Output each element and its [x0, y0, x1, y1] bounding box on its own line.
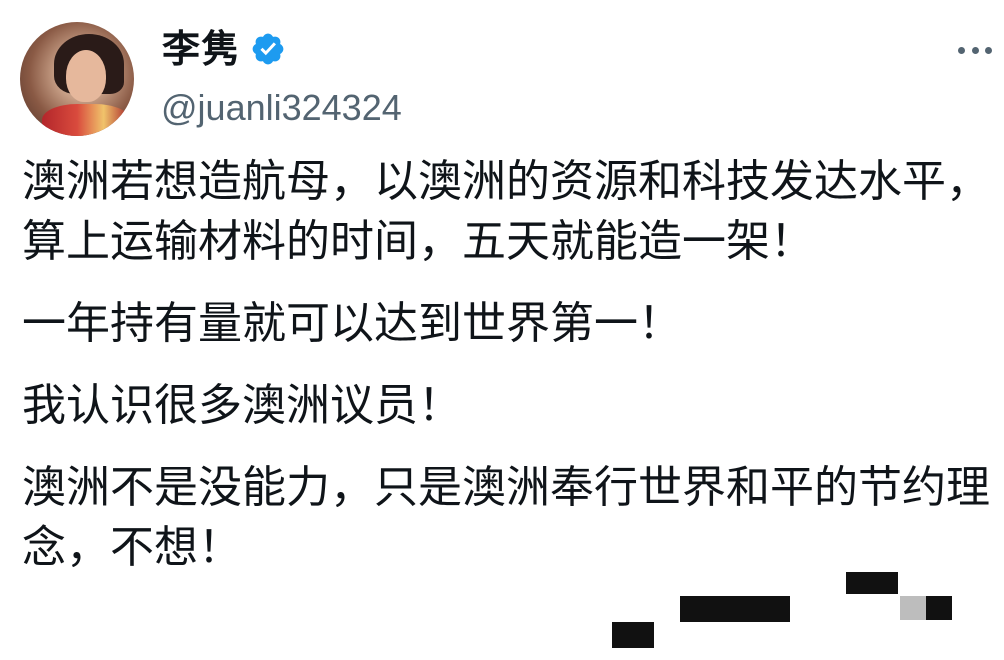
- avatar-face: [66, 50, 106, 102]
- tweet-text-line: 澳洲不是没能力，只是澳洲奉行世界和平的节约理念，不想！: [22, 462, 990, 573]
- redaction-mark: [926, 596, 952, 620]
- redaction-mark: [612, 622, 654, 648]
- redaction-mark: [846, 572, 898, 594]
- dot: [958, 46, 965, 54]
- redaction-mark: [900, 596, 926, 620]
- author-name-row[interactable]: 李隽: [162, 26, 286, 72]
- more-options-icon[interactable]: [958, 40, 992, 60]
- dot: [985, 46, 992, 54]
- avatar[interactable]: [20, 22, 134, 136]
- author-display-name[interactable]: 李隽: [162, 26, 240, 72]
- tweet-text-line: 我认识很多澳洲议员！: [22, 380, 462, 431]
- author-handle[interactable]: @juanli324324: [161, 86, 402, 130]
- avatar-scarf: [42, 104, 130, 136]
- tweet-text-line: 一年持有量就可以达到世界第一！: [22, 298, 682, 349]
- tweet-text-line: 澳洲若想造航母，以澳洲的资源和科技发达水平，算上运输材料的时间，五天就能造一架！: [22, 156, 990, 267]
- dot: [971, 46, 979, 54]
- tweet-text: 澳洲若想造航母，以澳洲的资源和科技发达水平，算上运输材料的时间，五天就能造一架！…: [22, 152, 992, 578]
- redaction-mark: [680, 596, 790, 622]
- tweet-card: 李隽 @juanli324324 澳洲若想造航母，以澳洲的资源和科技发达水平，算…: [0, 0, 1004, 660]
- verified-badge-icon: [252, 33, 284, 65]
